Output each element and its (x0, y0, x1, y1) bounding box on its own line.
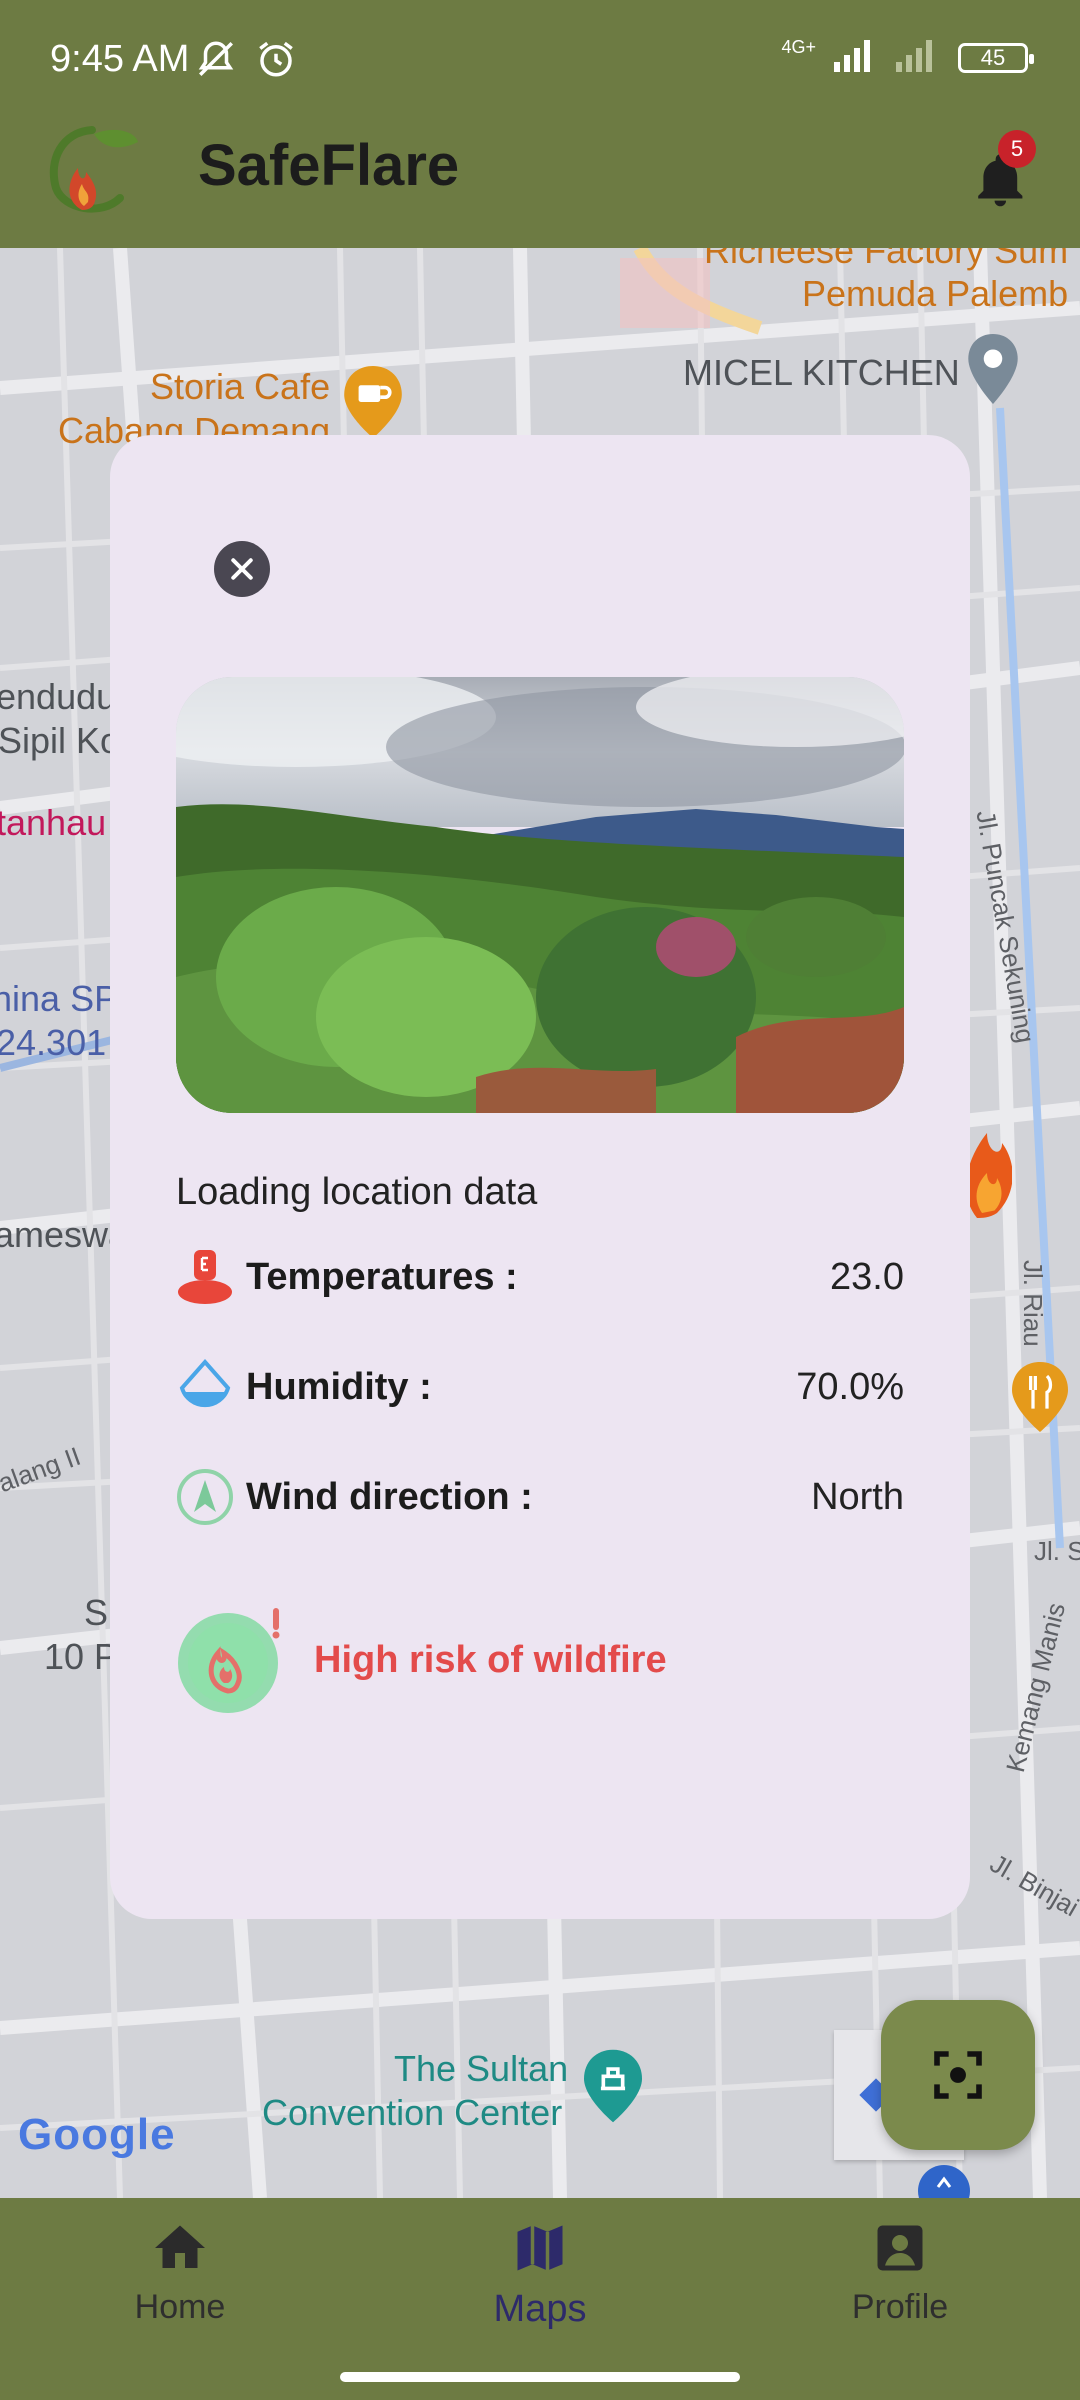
humidity-icon (176, 1358, 234, 1416)
scan-fab-button[interactable] (881, 2000, 1035, 2150)
nav-label-maps: Maps (493, 2288, 587, 2330)
street-label: Jl. S (1034, 1536, 1080, 1566)
notifications-button[interactable]: 5 (960, 130, 1040, 210)
temperature-value: 23.0 (830, 1255, 904, 1298)
wind-direction-label: Wind direction : (246, 1475, 533, 1518)
map-place-label: hina SP (0, 978, 119, 1019)
battery-icon: 45 (958, 42, 1034, 73)
temperature-label: Temperatures : (246, 1255, 518, 1298)
wind-direction-icon (176, 1468, 234, 1526)
restaurant-pin-icon[interactable] (1012, 1360, 1068, 1439)
alarm-icon (255, 38, 297, 85)
map-place-label: Richeese Factory Sum (704, 248, 1069, 271)
status-bar: 9:45 AM 4G+ 45 (0, 0, 1080, 120)
battery-level: 45 (980, 44, 1006, 70)
venue-pin-icon[interactable] (584, 2048, 642, 2129)
map-pin-icon[interactable] (968, 334, 1018, 409)
map-place-label: Pemuda Palemb (802, 273, 1069, 314)
temperature-row: Temperatures : 23.0 (176, 1247, 904, 1307)
map-place-label: Convention Center (262, 2092, 563, 2133)
location-photo (176, 677, 904, 1113)
nav-item-maps[interactable]: Maps (420, 2218, 660, 2331)
map-place-label: Storia Cafe (150, 366, 331, 407)
map-place-label: 24.301 (0, 1022, 107, 1063)
network-label: 4G+ (781, 37, 816, 57)
scan-focus-icon (934, 2051, 982, 2099)
cafe-pin-icon[interactable] (344, 366, 402, 443)
street-label: Jl. Riau (1018, 1260, 1048, 1347)
status-time: 9:45 AM (50, 38, 190, 80)
map-place-label: tanhau (0, 802, 107, 843)
google-attribution: Google (18, 2110, 176, 2160)
map-place-label: S (84, 1592, 109, 1633)
wind-direction-value: North (811, 1475, 904, 1518)
profile-icon (877, 2225, 923, 2271)
wildfire-alert-icon (176, 1605, 286, 1715)
map-place-label: ameswa (0, 1214, 129, 1255)
nav-label-profile: Profile (851, 2288, 949, 2326)
mute-icon (195, 38, 237, 85)
close-icon (231, 558, 253, 580)
close-button[interactable] (214, 541, 270, 597)
home-indicator[interactable] (340, 2372, 740, 2382)
map-place-label: MICEL KITCHEN (683, 352, 960, 393)
app-bar: SafeFlare 5 (0, 120, 1080, 248)
signal-weak-icon (896, 38, 940, 77)
wildfire-risk-indicator: High risk of wildfire (176, 1605, 667, 1715)
google-logo-text: Google (18, 2110, 176, 2159)
humidity-label: Humidity : (246, 1365, 432, 1408)
wildfire-risk-text: High risk of wildfire (314, 1638, 667, 1681)
map-place-label: Sipil Ko (0, 720, 121, 761)
wind-direction-row: Wind direction : North (176, 1467, 904, 1527)
bottom-navigation: Home Maps Profile (0, 2198, 1080, 2400)
humidity-value: 70.0% (796, 1365, 904, 1408)
app-title: SafeFlare (198, 133, 460, 198)
loading-status-text: Loading location data (176, 1171, 538, 1213)
location-dot-icon[interactable] (916, 2163, 972, 2198)
location-info-dialog: Loading location data Temperatures : 23.… (110, 435, 970, 1919)
signal-icon (834, 38, 878, 77)
nav-item-profile[interactable]: Profile (780, 2218, 1020, 2327)
home-icon (155, 2225, 205, 2268)
thermometer-icon (176, 1248, 234, 1306)
map-place-label: endudu (0, 676, 117, 717)
notification-badge: 5 (998, 130, 1036, 168)
map-place-label: 10 P (44, 1636, 119, 1677)
map-place-label: The Sultan (394, 2048, 569, 2089)
humidity-row: Humidity : 70.0% (176, 1357, 904, 1417)
map-icon (517, 2225, 563, 2271)
safeflare-logo (42, 120, 142, 220)
nav-item-home[interactable]: Home (60, 2218, 300, 2327)
nav-label-home: Home (134, 2288, 226, 2326)
